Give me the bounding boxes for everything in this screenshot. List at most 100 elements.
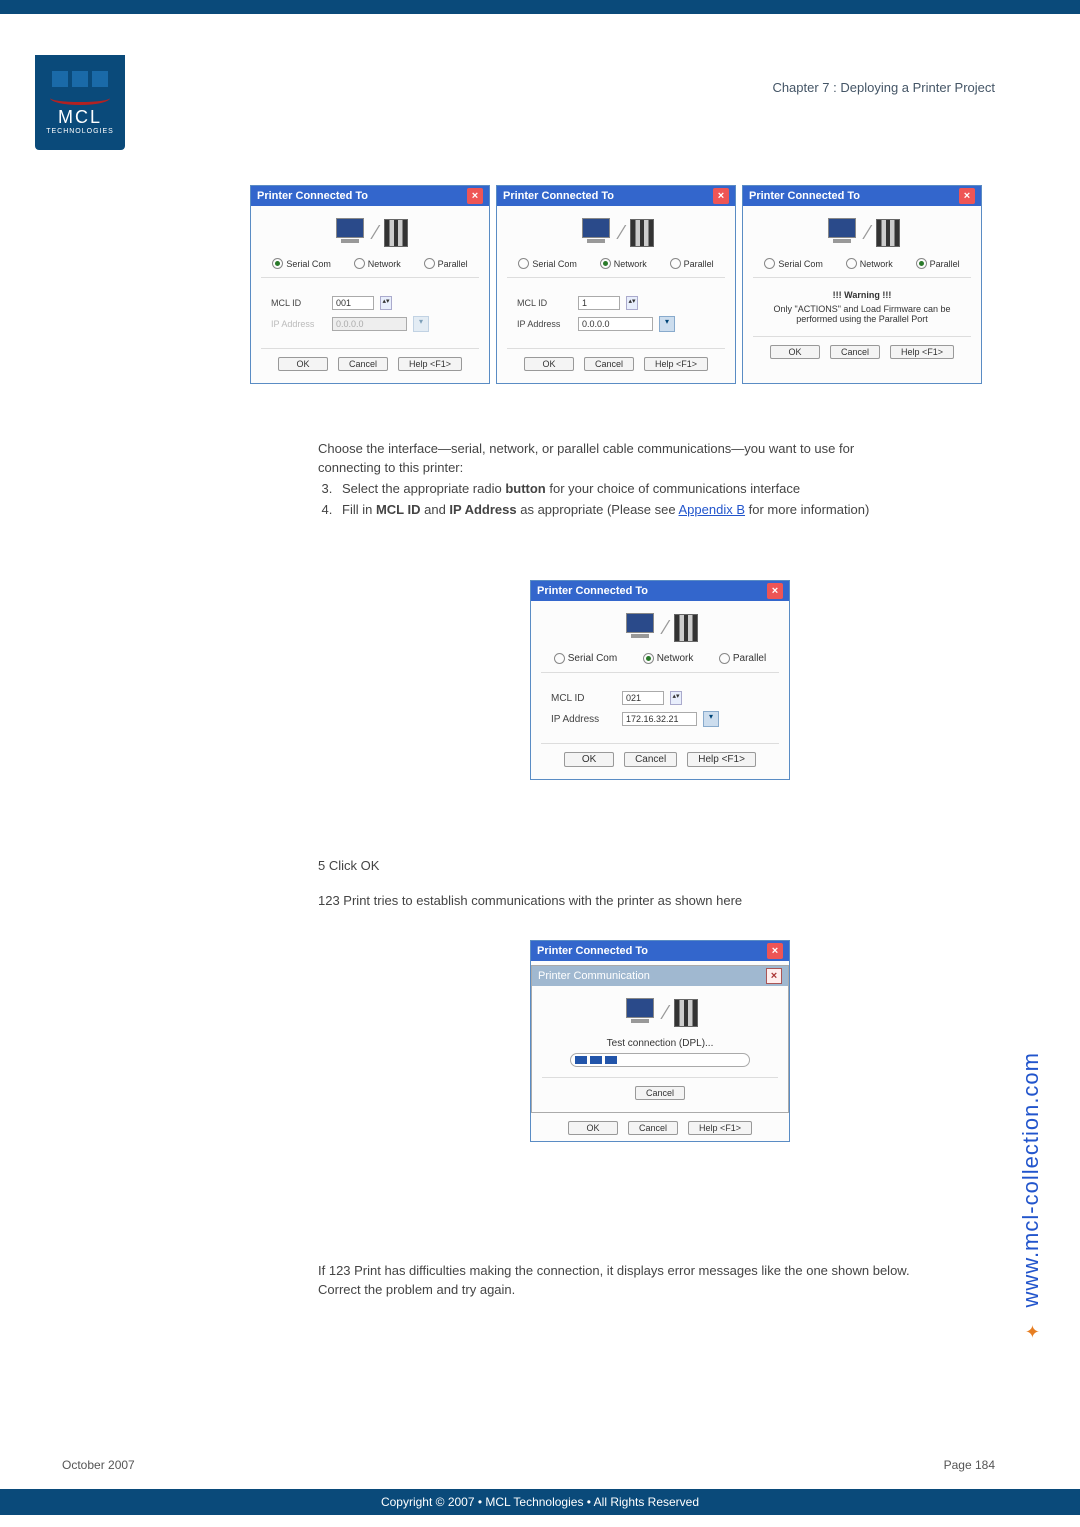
top-bar [0,0,1080,14]
printer-icon [630,219,654,247]
footer-copyright: Copyright © 2007 • MCL Technologies • Al… [0,1489,1080,1515]
close-icon[interactable]: × [767,583,783,599]
ok-button[interactable]: OK [278,357,328,371]
slash-icon: ⁄ [866,222,869,245]
monitor-icon [332,218,368,248]
ok-button[interactable]: OK [524,357,574,371]
close-icon[interactable]: × [766,968,782,984]
radio-serial[interactable] [764,258,775,269]
radio-serial[interactable] [518,258,529,269]
dialog-communication: Printer Connected To × Printer Communicat… [530,940,790,1142]
step-3: Select the appropriate radio button for … [336,480,878,499]
ok-button[interactable]: OK [770,345,820,359]
help-button[interactable]: Help <F1> [644,357,708,371]
dialog-title: Printer Connected To [503,190,614,202]
side-url: www.mcl-collection.com [1018,1052,1044,1308]
chapter-title: Chapter 7 : Deploying a Printer Project [772,80,995,95]
cancel-button[interactable]: Cancel [624,752,677,767]
monitor-icon [578,218,614,248]
cancel-button[interactable]: Cancel [830,345,880,359]
help-button[interactable]: Help <F1> [890,345,954,359]
dialog-network: Printer Connected To× ⁄ Serial Com Netwo… [496,185,736,384]
printer-icon [674,614,698,642]
cancel-button[interactable]: Cancel [628,1121,678,1135]
printer-icon [674,999,698,1027]
dialog-triple-row: Printer Connected To× ⁄ Serial Com Netwo… [250,185,982,384]
radio-parallel[interactable] [424,258,435,269]
spinner-icon[interactable]: ▴▾ [670,691,682,705]
slash-icon: ⁄ [664,617,667,640]
dropdown-icon: ▾ [413,316,429,332]
instruction-text: Choose the interface—serial, network, or… [318,440,878,521]
monitor-icon [622,613,658,643]
side-bullet-icon: ✦ [1025,1322,1040,1343]
slash-icon: ⁄ [620,222,623,245]
monitor-icon [622,998,658,1028]
paragraph-comm: 123 Print tries to establish communicati… [318,892,878,911]
help-button[interactable]: Help <F1> [688,1121,752,1135]
mcl-id-input[interactable]: 001 [332,296,374,310]
mcl-id-label: MCL ID [551,693,616,704]
dialog-title: Printer Connected To [537,585,648,597]
mcl-id-label: MCL ID [271,298,326,308]
ip-input[interactable]: 172.16.32.21 [622,712,697,726]
dialog-serial: Printer Connected To× ⁄ Serial Com Netwo… [250,185,490,384]
mcl-id-label: MCL ID [517,298,572,308]
mcl-id-input[interactable]: 1 [578,296,620,310]
progress-bar [570,1053,750,1067]
help-button[interactable]: Help <F1> [398,357,462,371]
dropdown-icon[interactable]: ▾ [659,316,675,332]
dialog-parallel: Printer Connected To× ⁄ Serial Com Netwo… [742,185,982,384]
brand-logo: MCL TECHNOLOGIES [35,55,125,150]
printer-icon [876,219,900,247]
ok-button[interactable]: OK [568,1121,618,1135]
dropdown-icon[interactable]: ▾ [703,711,719,727]
spinner-icon[interactable]: ▴▾ [626,296,638,310]
printer-icon [384,219,408,247]
close-icon[interactable]: × [713,188,729,204]
cancel-button[interactable]: Cancel [584,357,634,371]
warning-title: !!! Warning !!! [759,290,965,300]
ip-label: IP Address [517,319,572,329]
logo-subtext: TECHNOLOGIES [46,128,114,135]
help-button[interactable]: Help <F1> [687,752,756,767]
footer-date: October 2007 [62,1458,135,1472]
radio-parallel[interactable] [916,258,927,269]
paragraph-error: If 123 Print has difficulties making the… [318,1262,918,1300]
ok-button[interactable]: OK [564,752,614,767]
cancel-button[interactable]: Cancel [635,1086,685,1100]
cancel-button[interactable]: Cancel [338,357,388,371]
slash-icon: ⁄ [664,1002,667,1025]
inner-dialog-title: Printer Communication [538,970,650,982]
close-icon[interactable]: × [959,188,975,204]
ip-label: IP Address [551,714,616,725]
radio-parallel[interactable] [670,258,681,269]
dialog-network-filled: Printer Connected To× ⁄ Serial Com Netwo… [530,580,790,780]
close-icon[interactable]: × [767,943,783,959]
step-5: 5 Click OK [318,858,379,873]
radio-network[interactable] [846,258,857,269]
radio-network[interactable] [354,258,365,269]
ip-input: 0.0.0.0 [332,317,407,331]
monitor-icon [824,218,860,248]
logo-text: MCL [58,107,102,128]
step-4: Fill in MCL ID and IP Address as appropr… [336,501,878,520]
appendix-link[interactable]: Appendix B [679,502,746,517]
close-icon[interactable]: × [467,188,483,204]
radio-serial[interactable] [554,653,565,664]
dialog-title: Printer Connected To [749,190,860,202]
radio-parallel[interactable] [719,653,730,664]
radio-network[interactable] [600,258,611,269]
mcl-id-input[interactable]: 021 [622,691,664,705]
dialog-title: Printer Connected To [257,190,368,202]
spinner-icon[interactable]: ▴▾ [380,296,392,310]
footer-page: Page 184 [944,1458,995,1472]
test-connection-text: Test connection (DPL)... [542,1038,778,1049]
slash-icon: ⁄ [374,222,377,245]
ip-label: IP Address [271,319,326,329]
radio-serial[interactable] [272,258,283,269]
dialog-title: Printer Connected To [537,945,648,957]
radio-network[interactable] [643,653,654,664]
ip-input[interactable]: 0.0.0.0 [578,317,653,331]
warning-text: Only "ACTIONS" and Load Firmware can be … [759,304,965,324]
